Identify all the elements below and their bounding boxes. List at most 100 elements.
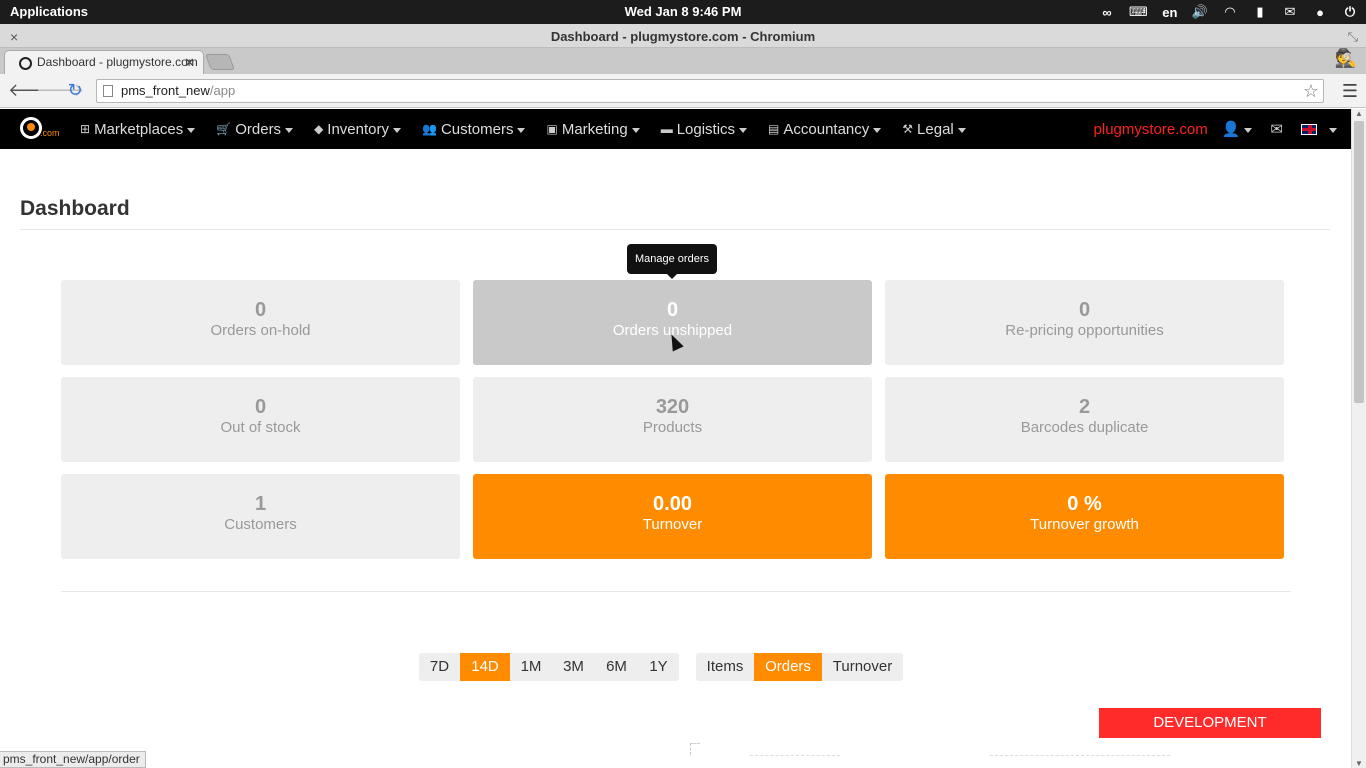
scroll-down-arrow-icon[interactable]: ▼ (1355, 759, 1363, 768)
tile-label: Re-pricing opportunities (1005, 322, 1164, 339)
language-indicator[interactable]: en (1162, 4, 1178, 20)
briefcase-icon: ▣ (546, 122, 558, 136)
cart-icon: 🛒 (216, 122, 232, 136)
tile-orders-on-hold[interactable]: 0 Orders on-hold (61, 280, 460, 365)
tile-label: Customers (224, 516, 297, 533)
url-host: pms_front_new (121, 83, 210, 98)
nav-item-inventory[interactable]: ◆ Inventory (314, 121, 411, 138)
metric-button-turnover[interactable]: Turnover (822, 653, 903, 681)
period-button-group: 7D 14D 1M 3M 6M 1Y (419, 653, 679, 681)
caret-down-icon (1244, 127, 1253, 133)
scroll-up-arrow-icon[interactable]: ▲ (1355, 109, 1363, 118)
nav-item-marketplaces[interactable]: ⊞ Marketplaces (80, 121, 205, 138)
caret-down-icon (393, 127, 401, 133)
browser-tab[interactable]: Dashboard - plugmystore.com ✕ (4, 50, 204, 74)
caret-down-icon (285, 127, 294, 133)
tab-close-icon[interactable]: ✕ (184, 55, 195, 71)
nav-label: Accountancy (783, 120, 870, 138)
incognito-icon: 🕵 (1334, 48, 1358, 68)
os-top-bar: Applications Wed Jan 8 9:46 PM ∞ ⌨ en 🔊 … (0, 0, 1366, 24)
metric-button-group: Items Orders Turnover (696, 653, 903, 681)
tile-value: 320 (655, 396, 690, 418)
tile-value: 2 (1078, 396, 1091, 418)
nav-item-accountancy[interactable]: ▤ Accountancy (768, 121, 891, 138)
power-icon[interactable]: ⏻ (1342, 4, 1358, 20)
tile-label: Turnover growth (1030, 516, 1139, 533)
brand-logo[interactable]: .com (20, 117, 62, 141)
favicon-icon (19, 57, 32, 70)
tile-turnover[interactable]: 0.00 Turnover (473, 474, 872, 559)
wifi-icon[interactable]: ◠ (1222, 4, 1238, 20)
nav-label: Marketplaces (94, 120, 184, 138)
applications-menu[interactable]: Applications (10, 4, 88, 19)
period-button-3m[interactable]: 3M (552, 653, 595, 681)
infinity-icon[interactable]: ∞ (1099, 4, 1115, 20)
nav-label: Inventory (327, 120, 389, 138)
tile-value: 1 (254, 493, 267, 515)
tile-customers[interactable]: 1 Customers (61, 474, 460, 559)
nav-item-logistics[interactable]: ▬ Logistics (661, 121, 757, 138)
tile-label: Out of stock (220, 419, 301, 436)
caret-down-icon (1329, 127, 1337, 133)
nav-item-orders[interactable]: 🛒 Orders (216, 121, 303, 138)
address-bar[interactable]: pms_front_new/app ☆ (96, 79, 1324, 103)
nav-item-legal[interactable]: ⚒ Legal (902, 121, 975, 138)
window-resize-icon[interactable]: ⤡ (1348, 24, 1358, 50)
page-scrollbar[interactable]: ▲ ▼ (1351, 109, 1366, 768)
back-arrow-icon[interactable]: 🡐 (8, 80, 56, 102)
link-status-bubble: pms_front_new/app/order (0, 751, 146, 768)
new-tab-button[interactable] (205, 54, 235, 70)
nav-item-marketing[interactable]: ▣ Marketing (546, 121, 649, 138)
tile-value: 0 % (1067, 493, 1102, 515)
battery-icon[interactable]: ▮ (1252, 4, 1268, 20)
nav-label: Marketing (561, 120, 628, 138)
browser-toolbar: 🡐 🡒 ↻ pms_front_new/app ☆ ☰ (0, 74, 1366, 108)
tile-turnover-growth[interactable]: 0 % Turnover growth (885, 474, 1284, 559)
browser-menu-icon[interactable]: ☰ (1342, 81, 1358, 102)
tile-repricing-opportunities[interactable]: 0 Re-pricing opportunities (885, 280, 1284, 365)
gavel-icon: ⚒ (902, 122, 914, 136)
development-environment-badge: DEVELOPMENT ENVIRONMENT (1099, 708, 1321, 761)
tile-label: Products (642, 419, 703, 436)
period-button-7d[interactable]: 7D (419, 653, 460, 681)
window-title: Dashboard - plugmystore.com - Chromium (550, 29, 816, 44)
sitemap-icon: ⊞ (80, 122, 91, 136)
period-button-1y[interactable]: 1Y (638, 653, 679, 681)
keyboard-icon[interactable]: ⌨ (1129, 4, 1148, 20)
tile-value: 0 (254, 396, 267, 418)
account-menu[interactable]: 👤 (1222, 120, 1253, 138)
metric-button-orders[interactable]: Orders (754, 653, 822, 681)
tile-out-of-stock[interactable]: 0 Out of stock (61, 377, 460, 462)
metric-button-items[interactable]: Items (696, 653, 754, 681)
system-tray: ∞ ⌨ en 🔊 ◠ ▮ ✉ ● ⏻ (1099, 0, 1358, 24)
caret-down-icon (739, 127, 748, 133)
volume-icon[interactable]: 🔊 (1192, 4, 1208, 20)
tooltip-manage-orders: Manage orders (627, 244, 717, 279)
language-menu[interactable] (1301, 123, 1337, 135)
url-path: /app (209, 83, 236, 98)
bookmark-star-icon[interactable]: ☆ (1303, 80, 1319, 102)
store-link[interactable]: plugmystore.com (1094, 121, 1208, 138)
tile-orders-unshipped[interactable]: 0 Orders unshipped (473, 280, 872, 365)
tile-barcodes-duplicate[interactable]: 2 Barcodes duplicate (885, 377, 1284, 462)
uk-flag-icon (1301, 123, 1317, 135)
caret-down-icon (517, 127, 526, 133)
book-icon: ▤ (768, 122, 780, 136)
tile-value: 0.00 (653, 493, 692, 515)
tile-products[interactable]: 320 Products (473, 377, 872, 462)
user-icon[interactable]: ● (1312, 4, 1328, 20)
mail-icon[interactable]: ✉ (1282, 4, 1298, 20)
forward-arrow-icon[interactable]: 🡒 (36, 80, 84, 102)
reload-icon[interactable]: ↻ (64, 80, 86, 102)
scrollbar-thumb[interactable] (1354, 121, 1364, 403)
messages-envelope-icon[interactable]: ✉ (1270, 120, 1283, 138)
window-close-icon[interactable]: × (10, 24, 18, 50)
nav-item-customers[interactable]: 👥 Customers (422, 121, 535, 138)
page-icon (103, 85, 113, 97)
period-button-6m[interactable]: 6M (595, 653, 638, 681)
period-button-1m[interactable]: 1M (510, 653, 552, 681)
period-button-14d[interactable]: 14D (460, 653, 510, 681)
nav-label: Legal (917, 120, 954, 138)
caret-down-icon (957, 127, 966, 133)
world-map-partial (690, 743, 1260, 768)
